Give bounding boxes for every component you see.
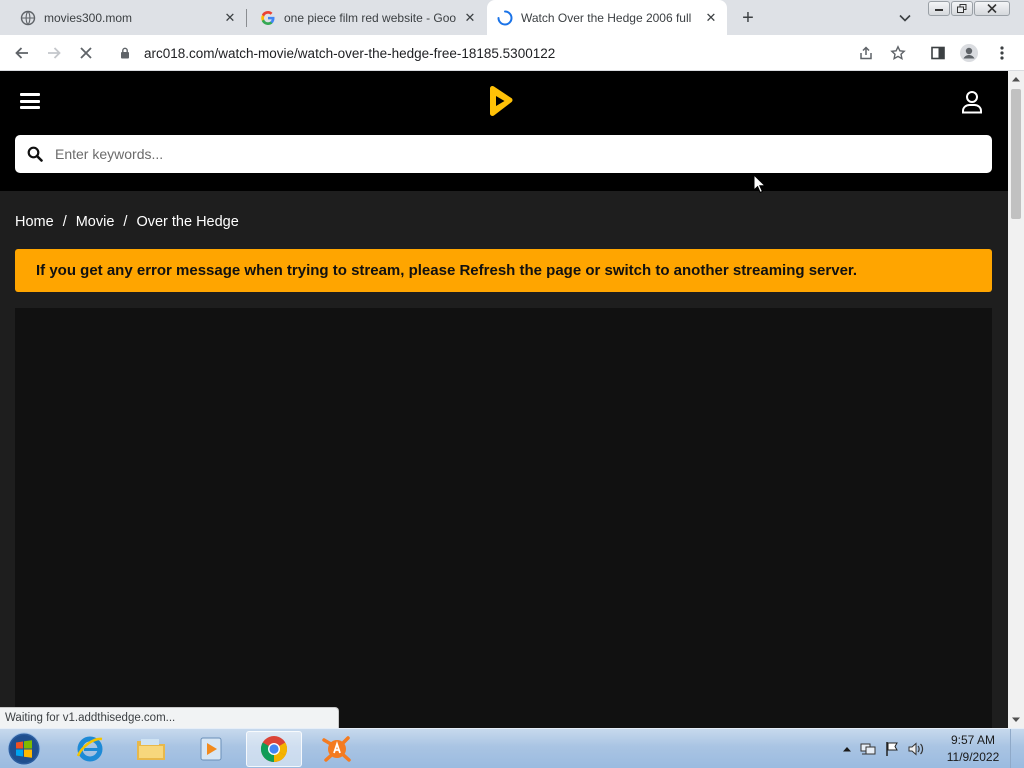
breadcrumb-current[interactable]: Over the Hedge [136, 214, 238, 230]
window-controls [928, 1, 1010, 16]
profile-avatar-icon[interactable] [957, 41, 981, 65]
network-icon[interactable] [859, 741, 877, 757]
clock-time: 9:57 AM [950, 733, 996, 747]
show-hidden-icons-arrow-icon[interactable] [842, 745, 852, 753]
breadcrumb-separator: / [123, 214, 128, 230]
breadcrumb-movie[interactable]: Movie [76, 214, 115, 230]
windows-taskbar: 9:57 AM 11/9/2022 [0, 728, 1024, 768]
browser-tab-strip: movies300.mom ✕ one piece film red websi… [0, 0, 1024, 35]
breadcrumb-home[interactable]: Home [15, 214, 54, 230]
new-tab-button[interactable]: + [736, 6, 760, 30]
tab-movies300[interactable]: movies300.mom ✕ [0, 0, 246, 35]
minimize-button[interactable] [928, 1, 950, 16]
video-player[interactable] [15, 308, 992, 728]
tab-watch-over-the-hedge[interactable]: Watch Over the Hedge 2006 full ✕ [487, 0, 727, 35]
stream-error-alert: If you get any error message when trying… [15, 249, 992, 292]
browser-menu-icon[interactable] [990, 41, 1014, 65]
url-text[interactable]: arc018.com/watch-movie/watch-over-the-he… [144, 46, 555, 61]
user-account-icon[interactable] [961, 90, 983, 114]
tab-title: one piece film red website - Goo [284, 10, 457, 25]
hamburger-menu-icon[interactable] [20, 91, 40, 111]
avast-icon[interactable] [308, 731, 364, 767]
page-scrollbar[interactable] [1008, 71, 1024, 728]
lock-icon[interactable] [120, 47, 132, 59]
system-tray [842, 729, 925, 768]
chrome-icon[interactable] [246, 731, 302, 767]
globe-icon [20, 10, 36, 26]
scroll-down-arrow-icon[interactable] [1008, 712, 1024, 728]
search-input[interactable] [55, 146, 955, 162]
scroll-up-arrow-icon[interactable] [1008, 71, 1024, 87]
clock-date: 11/9/2022 [946, 750, 1000, 764]
browser-toolbar: arc018.com/watch-movie/watch-over-the-he… [0, 35, 1024, 71]
site-header [0, 71, 1008, 191]
loading-spinner-icon [497, 10, 513, 26]
scrollbar-thumb[interactable] [1011, 89, 1021, 219]
tab-title: Watch Over the Hedge 2006 full [521, 10, 692, 25]
stop-loading-icon[interactable] [74, 41, 98, 65]
back-arrow-icon[interactable] [10, 41, 34, 65]
web-page: Home / Movie / Over the Hedge If you get… [0, 71, 1008, 728]
status-text: Waiting for v1.addthisedge.com... [5, 712, 176, 724]
address-bar[interactable]: arc018.com/watch-movie/watch-over-the-he… [110, 38, 916, 68]
tab-google-search[interactable]: one piece film red website - Goo ✕ [248, 0, 486, 35]
tab-divider [246, 9, 247, 27]
search-icon[interactable] [27, 146, 43, 162]
tab-title: movies300.mom [44, 10, 133, 25]
internet-explorer-icon[interactable] [62, 731, 118, 767]
restore-button[interactable] [951, 1, 973, 16]
show-desktop-button[interactable] [1010, 729, 1024, 768]
forward-arrow-icon[interactable] [42, 41, 66, 65]
status-bubble: Waiting for v1.addthisedge.com... [0, 707, 339, 728]
alert-text: If you get any error message when trying… [36, 262, 858, 279]
action-center-flag-icon[interactable] [884, 741, 900, 757]
close-window-button[interactable] [974, 1, 1010, 16]
media-player-icon[interactable] [183, 731, 239, 767]
share-icon[interactable] [854, 41, 878, 65]
side-panel-icon[interactable] [926, 41, 950, 65]
close-tab-icon[interactable]: ✕ [703, 10, 719, 26]
breadcrumb-separator: / [62, 214, 67, 230]
start-button[interactable] [4, 730, 44, 768]
search-bar[interactable] [15, 135, 992, 173]
close-tab-icon[interactable]: ✕ [462, 10, 478, 26]
breadcrumb: Home / Movie / Over the Hedge [15, 214, 239, 230]
file-explorer-icon[interactable] [123, 731, 179, 767]
windows-logo-icon [7, 732, 41, 766]
volume-icon[interactable] [907, 741, 925, 757]
google-icon [260, 10, 276, 26]
mouse-cursor-icon [753, 174, 765, 194]
taskbar-clock[interactable]: 9:57 AM 11/9/2022 [940, 732, 1006, 766]
close-tab-icon[interactable]: ✕ [222, 10, 238, 26]
site-logo-play-icon[interactable] [486, 85, 514, 117]
bookmark-star-icon[interactable] [886, 41, 910, 65]
tab-search-chevron-icon[interactable] [894, 7, 916, 29]
